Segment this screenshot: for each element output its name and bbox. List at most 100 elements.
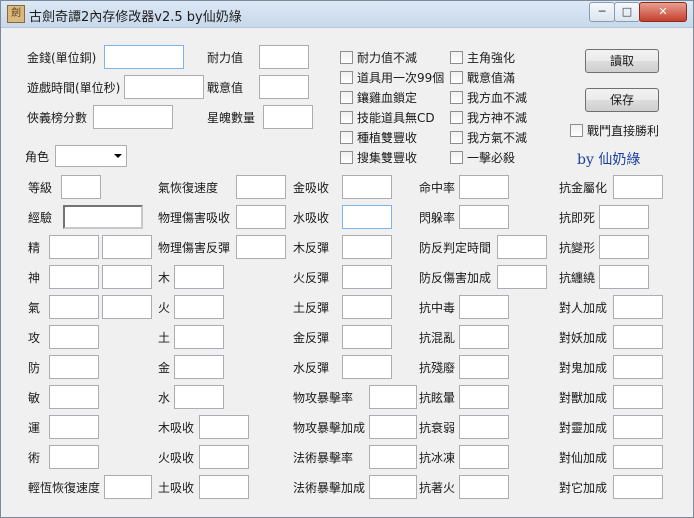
stat-field[interactable]: [342, 235, 392, 259]
cheat-option[interactable]: 鑲雞血鎖定: [340, 91, 417, 105]
stat-field[interactable]: [104, 475, 152, 499]
stamina-field[interactable]: [259, 45, 309, 69]
stat-field[interactable]: [342, 325, 392, 349]
stat-field[interactable]: [342, 205, 392, 229]
stat-label: 對獸加成: [559, 391, 608, 405]
stat-field[interactable]: [613, 385, 663, 409]
stat-field[interactable]: [49, 385, 99, 409]
stat-field[interactable]: [613, 325, 663, 349]
stat-field[interactable]: [199, 415, 249, 439]
cheat-option[interactable]: 搜集雙豐收: [340, 151, 417, 165]
cheat-option[interactable]: 道具用一次99個: [340, 71, 444, 85]
stat-field[interactable]: [102, 265, 152, 289]
stat-field[interactable]: [102, 295, 152, 319]
stat-field[interactable]: [459, 445, 509, 469]
checkbox[interactable]: [340, 51, 353, 64]
save-button[interactable]: 保存: [585, 88, 659, 112]
direct-win-option[interactable]: 戰鬥直接勝利: [570, 124, 659, 138]
stat-field[interactable]: [342, 175, 392, 199]
money-field[interactable]: [104, 45, 184, 69]
close-button[interactable]: ✕: [639, 2, 687, 22]
stat-field[interactable]: [49, 415, 99, 439]
checkbox[interactable]: [340, 91, 353, 104]
stat-field[interactable]: [102, 235, 152, 259]
stat-field[interactable]: [174, 325, 224, 349]
cheat-option[interactable]: 一擊必殺: [450, 151, 515, 165]
cheat-option[interactable]: 技能道具無CD: [340, 111, 435, 125]
stat-field[interactable]: [49, 235, 99, 259]
stat-field[interactable]: [49, 265, 99, 289]
checkbox[interactable]: [450, 131, 463, 144]
stat-field[interactable]: [342, 295, 392, 319]
stat-field[interactable]: [199, 445, 249, 469]
stat-field[interactable]: [613, 355, 663, 379]
stat-field[interactable]: [174, 295, 224, 319]
stat-field[interactable]: [613, 295, 663, 319]
stat-field[interactable]: [613, 175, 663, 199]
stat-field[interactable]: [459, 295, 509, 319]
stat-field[interactable]: [199, 475, 249, 499]
stat-field[interactable]: [497, 265, 547, 289]
stat-field[interactable]: [599, 205, 649, 229]
minimize-button[interactable]: ─: [589, 2, 615, 22]
role-select[interactable]: [55, 145, 127, 167]
stat-field[interactable]: [459, 415, 509, 439]
cheat-option[interactable]: 我方神不減: [450, 111, 527, 125]
stat-field[interactable]: [236, 205, 286, 229]
stat-field[interactable]: [174, 265, 224, 289]
checkbox[interactable]: [450, 51, 463, 64]
chivalry-field[interactable]: [93, 105, 173, 129]
stat-field[interactable]: [61, 175, 101, 199]
stat-field[interactable]: [613, 475, 663, 499]
stat-field[interactable]: [342, 355, 392, 379]
cheat-option[interactable]: 我方血不減: [450, 91, 527, 105]
maximize-button[interactable]: □: [614, 2, 640, 22]
stat-field[interactable]: [459, 355, 509, 379]
stat-field[interactable]: [459, 475, 509, 499]
read-button[interactable]: 讀取: [585, 49, 659, 73]
checkbox[interactable]: [450, 151, 463, 164]
checkbox[interactable]: [450, 71, 463, 84]
stat-field[interactable]: [369, 415, 417, 439]
stat-field[interactable]: [613, 415, 663, 439]
checkbox[interactable]: [450, 91, 463, 104]
cheat-option[interactable]: 耐力值不減: [340, 51, 417, 65]
checkbox[interactable]: [340, 131, 353, 144]
checkbox[interactable]: [340, 151, 353, 164]
stat-label: 術: [28, 451, 41, 465]
stat-field[interactable]: [49, 355, 99, 379]
cheat-option[interactable]: 主角強化: [450, 51, 515, 65]
stat-field[interactable]: [459, 175, 509, 199]
stat-field[interactable]: [49, 445, 99, 469]
battle-will-field[interactable]: [259, 75, 309, 99]
stat-field[interactable]: [174, 385, 224, 409]
stat-field[interactable]: [459, 205, 509, 229]
checkbox[interactable]: [340, 71, 353, 84]
cheat-option[interactable]: 種植雙豐收: [340, 131, 417, 145]
game-time-field[interactable]: [124, 75, 204, 99]
stat-field[interactable]: [599, 265, 649, 289]
checkbox[interactable]: [450, 111, 463, 124]
stat-field[interactable]: [342, 265, 392, 289]
stat-field[interactable]: [63, 205, 143, 229]
cheat-option[interactable]: 戰意值滿: [450, 71, 515, 85]
star-soul-field[interactable]: [263, 105, 313, 129]
stat-label: 金反彈: [293, 331, 330, 345]
stat-field[interactable]: [369, 475, 417, 499]
checkbox[interactable]: [570, 124, 583, 137]
stat-field[interactable]: [369, 385, 417, 409]
stat-field[interactable]: [174, 355, 224, 379]
stat-field[interactable]: [236, 235, 286, 259]
cheat-option[interactable]: 我方氣不減: [450, 131, 527, 145]
stat-field[interactable]: [49, 295, 99, 319]
stat-label: 土: [158, 331, 171, 345]
stat-field[interactable]: [599, 235, 649, 259]
stat-field[interactable]: [459, 325, 509, 349]
stat-field[interactable]: [49, 325, 99, 349]
stat-field[interactable]: [369, 445, 417, 469]
stat-field[interactable]: [236, 175, 286, 199]
stat-field[interactable]: [613, 445, 663, 469]
checkbox[interactable]: [340, 111, 353, 124]
stat-field[interactable]: [459, 385, 509, 409]
stat-field[interactable]: [497, 235, 547, 259]
